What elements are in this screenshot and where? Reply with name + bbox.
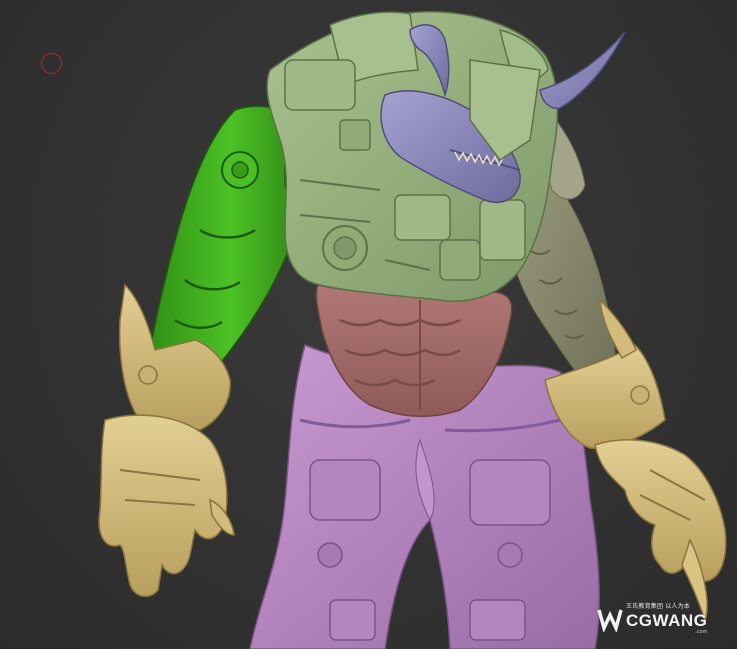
cgwang-logo-icon [596, 605, 624, 633]
watermark-domain: .com [695, 628, 708, 635]
watermark-brand: CGWANG [626, 610, 708, 630]
zbrush-viewport[interactable]: 王氏教育集团 以人为本 CGWANG .com [0, 0, 737, 649]
sculpt-model[interactable] [0, 0, 737, 649]
watermark: 王氏教育集团 以人为本 CGWANG .com [596, 601, 726, 637]
watermark-tagline: 王氏教育集团 以人为本 [626, 602, 691, 610]
